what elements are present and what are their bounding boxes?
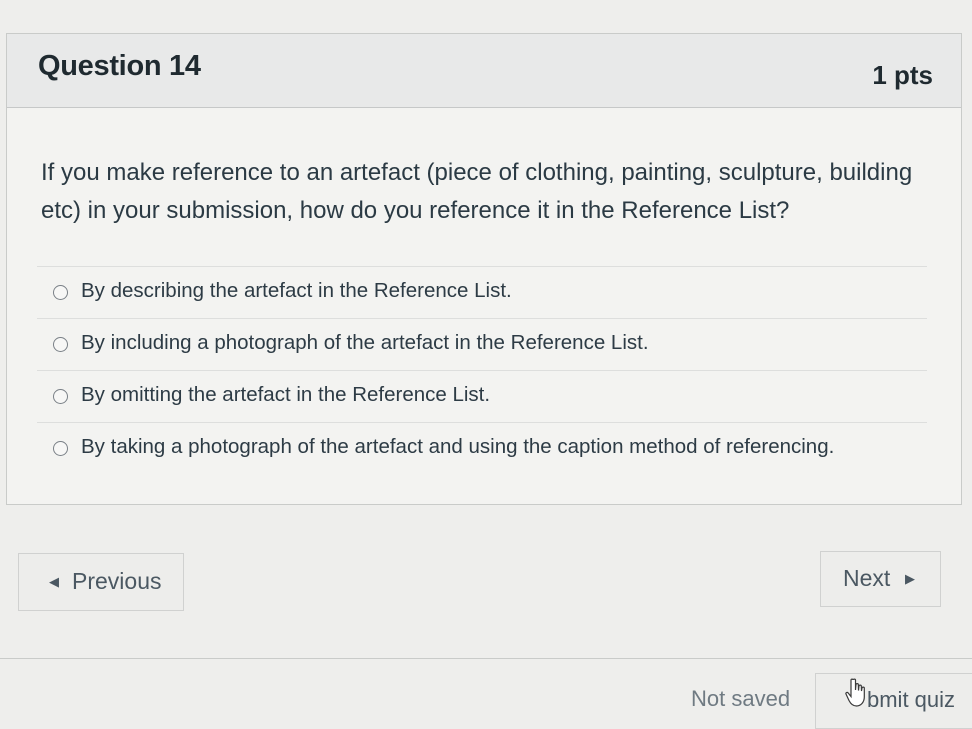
question-text: If you make reference to an artefact (pi…: [41, 159, 913, 224]
answer-option[interactable]: By describing the artefact in the Refere…: [37, 267, 927, 319]
radio-button[interactable]: [53, 285, 68, 300]
caret-right-icon: ▶: [905, 571, 915, 586]
question-title: Question 14: [38, 50, 201, 82]
hand-pointer-icon: [845, 678, 865, 707]
next-label: Next: [843, 565, 891, 591]
save-status: Not saved: [691, 686, 791, 711]
radio-button[interactable]: [53, 337, 68, 352]
answer-label[interactable]: By taking a photograph of the artefact a…: [81, 435, 834, 459]
answer-list: By describing the artefact in the Refere…: [37, 266, 927, 475]
answer-label[interactable]: By omitting the artefact in the Referenc…: [81, 383, 490, 407]
previous-button[interactable]: ◀ Previous: [18, 553, 184, 611]
answer-option[interactable]: By including a photograph of the artefac…: [37, 319, 927, 371]
question-card: Question 14 1 pts If you make reference …: [6, 33, 962, 505]
caret-left-icon: ◀: [49, 574, 59, 589]
answer-label[interactable]: By describing the artefact in the Refere…: [81, 279, 512, 303]
radio-button[interactable]: [53, 441, 68, 456]
footer-divider: [0, 658, 972, 659]
answer-option[interactable]: By taking a photograph of the artefact a…: [37, 423, 927, 475]
radio-button[interactable]: [53, 389, 68, 404]
answer-option[interactable]: By omitting the artefact in the Referenc…: [37, 371, 927, 423]
submit-quiz-button[interactable]: bmit quiz: [815, 673, 972, 729]
next-button[interactable]: Next ▶: [820, 551, 941, 607]
question-points: 1 pts: [872, 60, 933, 90]
answer-label[interactable]: By including a photograph of the artefac…: [81, 331, 649, 355]
previous-label: Previous: [72, 568, 162, 594]
question-header: Question 14 1 pts: [7, 34, 961, 108]
